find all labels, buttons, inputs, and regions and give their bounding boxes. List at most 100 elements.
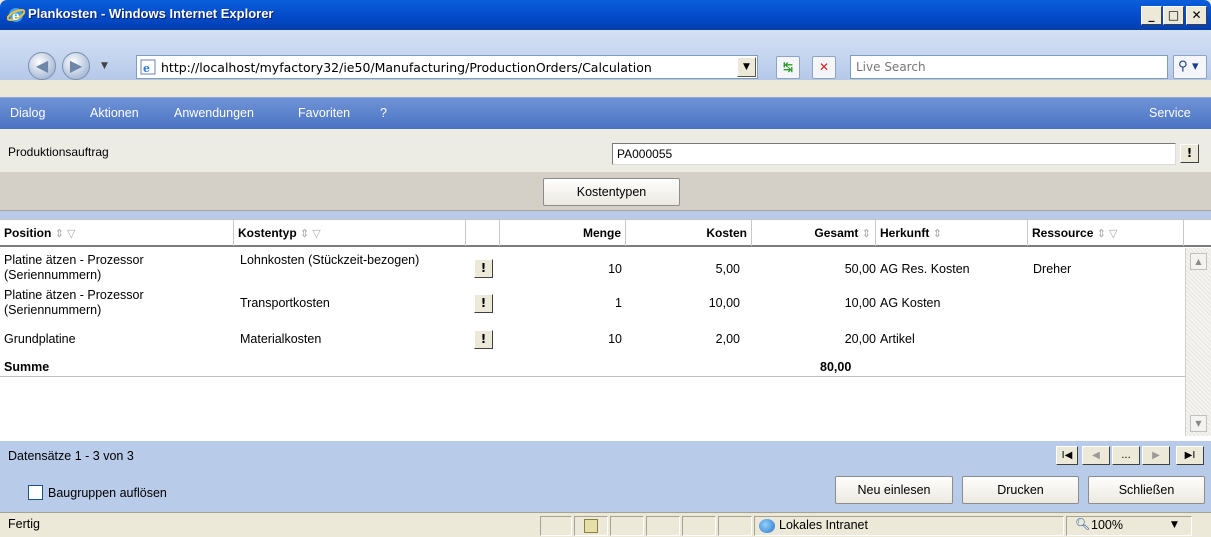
cell-herkunft: AG Res. Kosten <box>880 262 970 276</box>
refresh-icon: ↹ <box>782 60 794 74</box>
status-bar: Fertig Lokales Intranet 🔍︎ 100% ▼ <box>0 512 1211 537</box>
scroll-down-icon[interactable]: ▼ <box>1190 415 1207 432</box>
table-row[interactable]: Platine ätzen - Prozessor (Seriennummern… <box>0 288 1185 327</box>
cell-gesamt: 50,00 <box>844 262 876 276</box>
status-segment <box>682 516 716 536</box>
status-text: Fertig <box>8 517 40 531</box>
close-window-button[interactable]: ✕ <box>1186 6 1207 25</box>
row-action-button[interactable]: ! <box>474 330 493 349</box>
production-order-label: Produktionsauftrag <box>8 145 109 159</box>
column-header-position[interactable]: Position ⇕ ▽ <box>0 220 234 246</box>
intranet-globe-icon <box>759 519 775 533</box>
close-button[interactable]: Schließen <box>1088 476 1205 504</box>
column-header-ressource[interactable]: Ressource ⇕ ▽ <box>1028 220 1184 246</box>
maximize-button[interactable]: □ <box>1163 6 1184 25</box>
baugruppen-checkbox[interactable] <box>28 485 43 500</box>
svg-text:e: e <box>12 9 20 23</box>
compat-icon <box>584 519 598 533</box>
separator <box>0 211 1211 219</box>
forward-arrow-icon: ▶ <box>69 56 83 75</box>
production-order-lookup-button[interactable]: ! <box>1180 144 1199 163</box>
table-row[interactable]: Platine ätzen - Prozessor (Seriennummern… <box>0 253 1185 287</box>
content-area: Produktionsauftrag PA000055 ! Kostentype… <box>0 129 1211 512</box>
search-button[interactable]: ⚲ ▾ <box>1173 55 1207 79</box>
pager-last-button[interactable]: ▶I <box>1176 446 1204 465</box>
status-segment <box>574 516 608 536</box>
sort-icon[interactable]: ⇕ <box>862 228 871 240</box>
table-row[interactable]: Grundplatine Materialkosten ! 10 2,00 20… <box>0 329 1185 351</box>
minimize-button[interactable]: _ <box>1141 6 1162 25</box>
back-button[interactable]: ◀ <box>28 52 56 80</box>
cell-kostentyp: Materialkosten <box>240 332 322 346</box>
cell-kosten: 5,00 <box>715 262 740 276</box>
vertical-scrollbar[interactable]: ▲ ▼ <box>1185 248 1211 436</box>
status-segment <box>540 516 572 536</box>
sort-filter-icon[interactable]: ⇕ ▽ <box>1097 228 1118 240</box>
history-dropdown-icon[interactable]: ▼ <box>101 61 108 71</box>
cell-kostentyp: Transportkosten <box>240 296 330 310</box>
page-icon: e <box>140 59 156 75</box>
menu-favoriten[interactable]: Favoriten <box>298 106 350 120</box>
search-icon: ⚲ ▾ <box>1178 59 1199 74</box>
pager-next-button[interactable]: ▶ <box>1142 446 1170 465</box>
cell-menge: 10 <box>608 262 622 276</box>
pager-first-button[interactable]: I◀ <box>1056 446 1078 465</box>
refresh-button[interactable]: ↹ <box>776 56 800 79</box>
sort-filter-icon[interactable]: ⇕ ▽ <box>300 228 321 240</box>
scroll-up-icon[interactable]: ▲ <box>1190 253 1207 270</box>
row-action-button[interactable]: ! <box>474 294 493 313</box>
stop-button[interactable]: ✕ <box>812 56 836 79</box>
column-header-kosten[interactable]: Kosten <box>626 220 752 246</box>
pager-prev-button[interactable]: ◀ <box>1082 446 1110 465</box>
menu-service[interactable]: Service <box>1149 106 1191 120</box>
cell-herkunft: AG Kosten <box>880 296 941 310</box>
cell-kostentyp: Lohnkosten (Stückzeit-bezogen) <box>240 253 420 267</box>
column-header-menge[interactable]: Menge <box>500 220 626 246</box>
column-header-herkunft[interactable]: Herkunft ⇕ <box>876 220 1028 246</box>
production-order-input[interactable]: PA000055 <box>612 143 1176 165</box>
kostentypen-button[interactable]: Kostentypen <box>543 178 680 206</box>
cell-kosten: 2,00 <box>715 332 740 346</box>
cell-kosten: 10,00 <box>708 296 740 310</box>
print-button[interactable]: Drucken <box>962 476 1079 504</box>
window-title-bar[interactable]: e Plankosten - Windows Internet Explorer… <box>0 0 1211 30</box>
sum-row: Summe 80,00 <box>0 359 1185 377</box>
window-title: Plankosten - Windows Internet Explorer <box>28 6 274 21</box>
address-dropdown-icon[interactable]: ▼ <box>737 57 756 77</box>
cell-menge: 1 <box>615 296 622 310</box>
zoom-level[interactable]: 100% <box>1091 518 1123 532</box>
address-bar[interactable]: e http://localhost/myfactory32/ie50/Manu… <box>136 55 758 79</box>
stop-icon: ✕ <box>818 60 830 74</box>
menu-aktionen[interactable]: Aktionen <box>90 106 139 120</box>
cell-ressource: Dreher <box>1033 262 1072 276</box>
back-arrow-icon: ◀ <box>35 56 49 75</box>
column-header-gesamt[interactable]: Gesamt ⇕ <box>752 220 876 246</box>
internet-explorer-icon: e <box>7 8 25 23</box>
pager-more-button[interactable]: ... <box>1112 446 1140 465</box>
records-count: Datensätze 1 - 3 von 3 <box>8 449 134 463</box>
column-header-kostentyp[interactable]: Kostentyp ⇕ ▽ <box>234 220 466 246</box>
zone-segment: Lokales Intranet <box>754 516 1064 536</box>
menu-help[interactable]: ? <box>380 106 387 120</box>
reload-button[interactable]: Neu einlesen <box>835 476 953 504</box>
address-url[interactable]: http://localhost/myfactory32/ie50/Manufa… <box>161 60 731 75</box>
search-box[interactable]: Live Search <box>850 55 1168 79</box>
sort-icon[interactable]: ⇕ <box>933 228 942 240</box>
production-order-row: Produktionsauftrag PA000055 ! <box>0 129 1211 173</box>
menu-anwendungen[interactable]: Anwendungen <box>174 106 254 120</box>
baugruppen-label[interactable]: Baugruppen auflösen <box>48 486 167 500</box>
zoom-segment[interactable]: 🔍︎ 100% ▼ <box>1066 516 1192 536</box>
cell-gesamt: 10,00 <box>844 296 876 310</box>
menu-dialog[interactable]: Dialog <box>10 106 45 120</box>
zoom-dropdown-icon[interactable]: ▼ <box>1171 520 1178 530</box>
button-row: Kostentypen <box>0 173 1211 211</box>
forward-button[interactable]: ▶ <box>62 52 90 80</box>
cell-menge: 10 <box>608 332 622 346</box>
zone-text: Lokales Intranet <box>779 518 868 532</box>
sort-filter-icon[interactable]: ⇕ ▽ <box>55 228 76 240</box>
cell-position: Grundplatine <box>4 332 76 346</box>
action-bar: Baugruppen auflösen Neu einlesen Drucken… <box>0 471 1211 512</box>
row-action-button[interactable]: ! <box>474 259 493 278</box>
search-input[interactable]: Live Search <box>856 60 926 74</box>
cell-gesamt: 20,00 <box>844 332 876 346</box>
